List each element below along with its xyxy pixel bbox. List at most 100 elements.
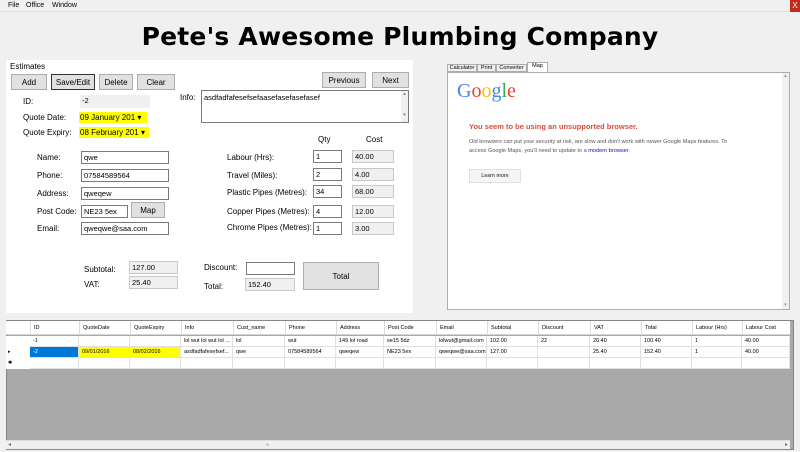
grid-cell[interactable]: NE23 5ex (384, 347, 436, 358)
grid-column-header[interactable]: Cust_name (237, 321, 265, 335)
grid-cell[interactable]: lol (233, 336, 285, 347)
grid-column-header[interactable]: Subtotal (491, 321, 511, 335)
map-scrollbar[interactable]: ▴ ▾ (782, 73, 789, 309)
grid-cell[interactable]: -2 (30, 347, 79, 358)
grid-cell[interactable]: 102.00 (487, 336, 538, 347)
chrome-pipes-qty-field[interactable]: 1 (313, 222, 342, 235)
map-button[interactable]: Map (131, 202, 165, 218)
grid-cell[interactable]: 1 (692, 336, 742, 347)
tab-converter[interactable]: Converter (496, 64, 527, 72)
next-button[interactable]: Next (372, 72, 409, 88)
grid-column-header[interactable]: Address (340, 321, 360, 335)
grid-cell[interactable] (742, 358, 790, 369)
table-row[interactable]: ✱ (6, 358, 790, 369)
grid-cell[interactable]: 25.40 (590, 347, 641, 358)
email-field[interactable]: qweqwe@saa.com (81, 222, 169, 235)
grid-cell[interactable] (181, 358, 233, 369)
grid-cell[interactable]: 22 (538, 336, 590, 347)
phone-field[interactable]: 07584589564 (81, 169, 169, 182)
grid-cell[interactable] (233, 358, 285, 369)
info-textarea[interactable]: asdfadfafesefsefaasefasefasefasef ▴ ▾ (201, 90, 409, 123)
grid-cell[interactable]: lol wut lol wut lol ... (181, 336, 233, 347)
modern-browser-link[interactable]: modern browser (588, 148, 628, 154)
travel-qty-field[interactable]: 2 (313, 168, 342, 181)
name-field[interactable]: qwe (81, 151, 169, 164)
grid-cell[interactable]: 40.00 (742, 336, 790, 347)
delete-button[interactable]: Delete (99, 74, 133, 90)
total-button[interactable]: Total (303, 262, 379, 290)
grid-cell[interactable]: 152.40 (641, 347, 692, 358)
grid-cell[interactable] (79, 358, 130, 369)
grid-column-header[interactable]: VAT (594, 321, 604, 335)
grid-cell[interactable] (79, 336, 130, 347)
grid-cell[interactable]: -1 (30, 336, 79, 347)
grid-cell[interactable]: 149 lol road (336, 336, 384, 347)
labour-qty-field[interactable]: 1 (313, 150, 342, 163)
grid-cell[interactable] (487, 358, 538, 369)
grid-cell[interactable]: 20.40 (590, 336, 641, 347)
table-row[interactable]: ▸ -2 09/01/2016 08/02/2016 asdfadfafesefsef.… (6, 347, 790, 358)
grid-cell[interactable] (590, 358, 641, 369)
grid-cell[interactable] (692, 358, 742, 369)
grid-column-header[interactable]: QuoteDate (83, 321, 110, 335)
grid-cell[interactable] (130, 358, 181, 369)
learn-more-button[interactable]: Learn more (469, 169, 521, 183)
grid-cell[interactable] (336, 358, 384, 369)
grid-cell[interactable]: asdfadfafesefsef... (181, 347, 233, 358)
grid-cell[interactable] (641, 358, 692, 369)
grid-column-header[interactable]: Email (440, 321, 454, 335)
grid-hscrollbar[interactable]: ◂ III ▸ (6, 440, 790, 449)
grid-cell[interactable] (30, 358, 79, 369)
save-edit-button[interactable]: Save/Edit (51, 74, 95, 90)
menu-file[interactable]: File (8, 2, 19, 9)
grid-column-header[interactable]: Labour (Hrs) (696, 321, 727, 335)
menu-window[interactable]: Window (52, 2, 77, 9)
tab-map[interactable]: Map (527, 62, 548, 72)
add-button[interactable]: Add (11, 74, 47, 90)
grid-cell[interactable]: qwe (233, 347, 285, 358)
grid-column-header[interactable]: Total (645, 321, 657, 335)
grid-cell[interactable] (130, 336, 181, 347)
scroll-left-icon[interactable]: ◂ (8, 441, 11, 449)
grid-cell[interactable] (538, 347, 590, 358)
grid-cell[interactable]: 07584589564 (285, 347, 336, 358)
grid-cell[interactable]: qweqew (336, 347, 384, 358)
copper-pipes-qty-field[interactable]: 4 (313, 205, 342, 218)
grid-cell[interactable]: 40.00 (742, 347, 790, 358)
quote-date-picker[interactable]: 09 January 201 ▾ (79, 112, 147, 123)
close-button[interactable]: X (790, 0, 800, 12)
grid-cell[interactable]: 1 (692, 347, 742, 358)
scroll-thumb[interactable]: III (266, 441, 269, 449)
tab-calculator[interactable]: Calculator (447, 64, 477, 72)
grid-cell[interactable]: wut (285, 336, 336, 347)
grid-column-header[interactable]: Post Code (388, 321, 414, 335)
grid-cell[interactable] (436, 358, 487, 369)
scroll-right-icon[interactable]: ▸ (785, 441, 788, 449)
grid-cell[interactable]: lolwut@gmail.com (436, 336, 487, 347)
grid-cell[interactable]: 100.40 (641, 336, 692, 347)
plastic-pipes-qty-field[interactable]: 34 (313, 185, 342, 198)
grid-column-header[interactable]: Info (185, 321, 194, 335)
grid-cell[interactable] (538, 358, 590, 369)
grid-cell[interactable] (285, 358, 336, 369)
info-scrollbar[interactable]: ▴ ▾ (401, 91, 408, 122)
grid-cell[interactable]: qweqwe@saa.com (436, 347, 487, 358)
quote-expiry-picker[interactable]: 08 February 201 ▾ (79, 127, 149, 138)
grid-column-header[interactable]: ID (34, 321, 40, 335)
menu-office[interactable]: Office (26, 2, 44, 9)
grid-column-header[interactable]: QuoteExpiry (134, 321, 164, 335)
grid-cell[interactable]: 08/02/2016 (130, 347, 181, 358)
clear-button[interactable]: Clear (137, 74, 175, 90)
grid-column-header[interactable]: Discount (542, 321, 563, 335)
grid-cell[interactable]: 127.00 (487, 347, 538, 358)
grid-column-header[interactable]: Phone (289, 321, 305, 335)
table-row[interactable]: -1 lol wut lol wut lol ... lol wut 149 lol r… (6, 336, 790, 347)
discount-field[interactable] (246, 262, 295, 275)
address-field[interactable]: qweqew (81, 187, 169, 200)
grid-column-header[interactable]: Labour Cost (746, 321, 776, 335)
previous-button[interactable]: Previous (322, 72, 366, 88)
postcode-field[interactable]: NE23 5ex (81, 205, 128, 218)
tab-print[interactable]: Print (477, 64, 496, 72)
grid-cell[interactable] (384, 358, 436, 369)
grid-cell[interactable]: se15 5dz (384, 336, 436, 347)
